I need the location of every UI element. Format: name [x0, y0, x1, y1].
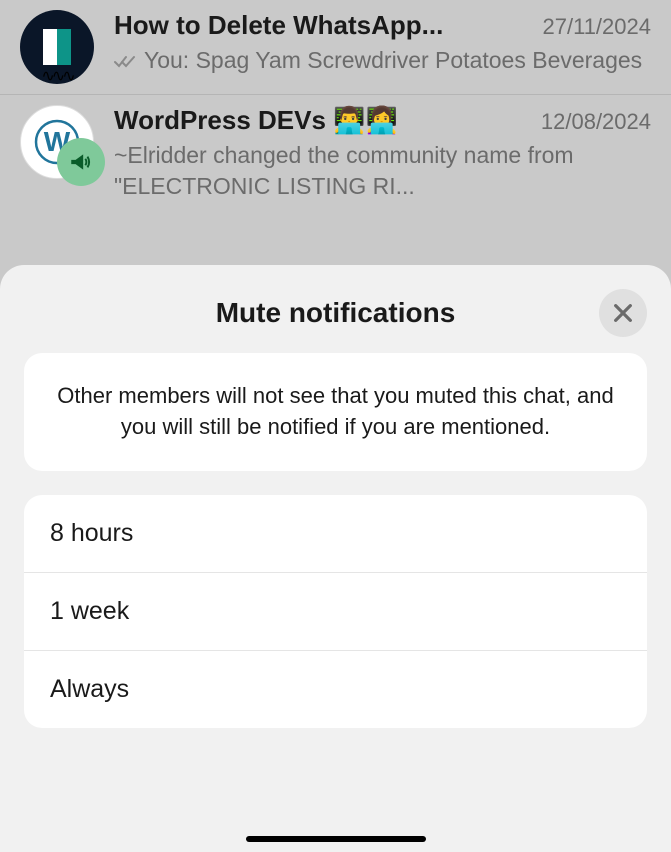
mute-notifications-sheet: Mute notifications Other members will no…: [0, 265, 671, 852]
sheet-header: Mute notifications: [24, 285, 647, 329]
read-checkmark-icon: [114, 45, 136, 76]
home-indicator[interactable]: [246, 836, 426, 842]
chat-message: You: Spag Yam Screwdriver Potatoes Bever…: [114, 45, 651, 76]
chat-list: ∿∿∿ How to Delete WhatsApp... 27/11/2024…: [0, 0, 671, 212]
chat-date: 27/11/2024: [543, 14, 651, 40]
mute-option-always[interactable]: Always: [24, 651, 647, 728]
message-prefix: You:: [144, 47, 189, 73]
megaphone-icon: [68, 149, 94, 175]
sheet-title: Mute notifications: [216, 297, 456, 329]
mute-option-8hours[interactable]: 8 hours: [24, 495, 647, 573]
info-card: Other members will not see that you mute…: [24, 353, 647, 471]
chat-avatar: ∿∿∿: [20, 10, 94, 84]
chat-message: ~Elridder changed the community name fro…: [114, 140, 651, 202]
megaphone-badge: [57, 138, 105, 186]
close-icon: [612, 302, 634, 324]
mute-option-1week[interactable]: 1 week: [24, 573, 647, 651]
chat-content: How to Delete WhatsApp... 27/11/2024 You…: [114, 10, 651, 84]
chat-title: WordPress DEVs 👨‍💻👩‍💻: [114, 105, 398, 136]
chat-item[interactable]: ∿∿∿ How to Delete WhatsApp... 27/11/2024…: [0, 0, 671, 95]
chat-content: WordPress DEVs 👨‍💻👩‍💻 12/08/2024 ~Elridd…: [114, 105, 651, 202]
chat-item[interactable]: W WordPress DEVs 👨‍💻👩‍💻 12/08/2024 ~Elri…: [0, 95, 671, 212]
mute-options-list: 8 hours 1 week Always: [24, 495, 647, 728]
chat-title: How to Delete WhatsApp...: [114, 10, 443, 41]
chat-avatar: W: [20, 105, 94, 179]
chat-date: 12/08/2024: [541, 109, 651, 135]
close-button[interactable]: [599, 289, 647, 337]
info-text: Other members will not see that you mute…: [50, 381, 621, 443]
message-text: Spag Yam Screwdriver Potatoes Beverages: [196, 47, 643, 73]
